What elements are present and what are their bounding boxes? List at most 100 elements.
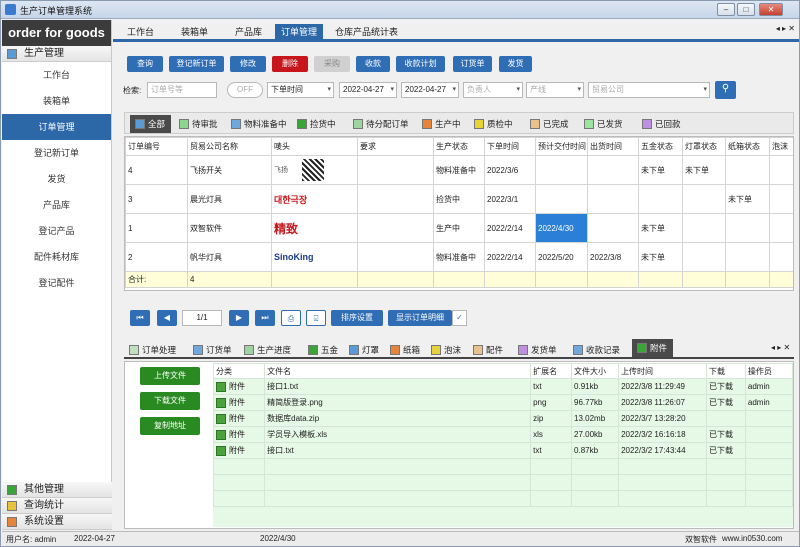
sidebar-item[interactable]: 装箱单 — [2, 88, 111, 114]
table-cell[interactable]: 附件 — [213, 378, 266, 395]
date-to-field[interactable]: 2022-04-27 ▾ — [401, 82, 459, 98]
column-header[interactable]: 上传时间 — [618, 363, 708, 379]
table-cell[interactable]: 0.91kb — [571, 378, 620, 395]
table-cell[interactable]: 未下单 — [638, 242, 683, 272]
table-cell[interactable]: 飞扬开关 — [187, 155, 272, 185]
table-cell[interactable]: 4 — [125, 155, 188, 185]
detail-tab[interactable]: 生产进度 — [244, 343, 291, 357]
sidebar-item[interactable]: 工作台 — [2, 62, 111, 88]
tab-scroll-arrows[interactable]: ◂ ▸ ✕ — [776, 24, 795, 33]
table-cell[interactable]: SinoKing — [271, 242, 358, 272]
table-cell[interactable]: 附件 — [213, 394, 266, 411]
table-cell[interactable] — [587, 155, 639, 185]
table-cell[interactable]: 已下载 — [706, 442, 746, 459]
table-cell[interactable] — [535, 184, 588, 214]
table-cell[interactable]: 帆华灯具 — [187, 242, 272, 272]
detail-tab[interactable]: 泡沫 — [431, 343, 461, 357]
table-cell[interactable]: 附件 — [213, 410, 266, 427]
attachment-row[interactable]: 附件 接口.txt txt 0.87kb 2022/3/2 17:43:44 已下载 — [213, 442, 793, 459]
table-cell[interactable]: 精致 — [271, 213, 358, 243]
detail-tab-arrows[interactable]: ◂ ▸ ✕ — [771, 343, 795, 352]
table-cell[interactable] — [706, 410, 746, 427]
print-icon[interactable]: ⎙ — [281, 310, 301, 326]
table-cell[interactable]: 2022/3/8 11:26:07 — [618, 394, 708, 411]
detail-tab[interactable]: 配件 — [473, 343, 503, 357]
show-details-button[interactable]: 显示订单明细 — [388, 310, 452, 326]
maximize-button[interactable]: □ — [737, 3, 755, 16]
column-header[interactable]: 五金状态 — [638, 137, 683, 156]
table-cell[interactable]: 附件 — [213, 426, 266, 443]
column-header[interactable]: 唛头 — [271, 137, 358, 156]
toolbar-button[interactable]: 收款 — [356, 56, 390, 72]
table-cell[interactable]: 0.87kb — [571, 442, 620, 459]
table-cell[interactable] — [682, 184, 726, 214]
order-search-input[interactable]: 订单号等 — [147, 82, 217, 98]
column-header[interactable]: 下载 — [706, 363, 746, 379]
detail-tab[interactable]: 收款记录 — [573, 343, 620, 357]
table-cell[interactable]: 2022/5/20 — [535, 242, 588, 272]
sidebar-item[interactable]: 登记新订单 — [2, 140, 111, 166]
column-header[interactable]: 文件名 — [264, 363, 532, 379]
time-type-select[interactable]: 下单时间 ▾ — [267, 82, 334, 98]
minimize-button[interactable]: – — [717, 3, 735, 16]
table-cell[interactable]: 2022/3/7 13:28:20 — [618, 410, 708, 427]
table-cell[interactable]: 2022/2/14 — [484, 242, 536, 272]
table-cell[interactable]: 3 — [125, 184, 188, 214]
table-cell[interactable]: 捡货中 — [433, 184, 485, 214]
detail-tab[interactable]: 订货单 — [193, 343, 232, 357]
table-cell[interactable]: 대한극장 — [271, 184, 358, 214]
table-cell[interactable] — [357, 242, 434, 272]
column-header[interactable]: 灯罩状态 — [682, 137, 726, 156]
status-tab[interactable]: 已完成 — [530, 117, 569, 131]
table-cell[interactable]: xls — [530, 426, 573, 443]
table-cell[interactable]: 生产中 — [433, 213, 485, 243]
attachment-row[interactable]: 附件 接口1.txt txt 0.91kb 2022/3/8 11:29:49 已下载 ad… — [213, 378, 793, 395]
table-cell[interactable]: 未下单 — [682, 155, 726, 185]
column-header[interactable]: 泡沫 — [769, 137, 793, 156]
table-cell[interactable]: 已下载 — [706, 378, 746, 395]
table-cell[interactable]: admin — [744, 394, 793, 411]
table-cell[interactable] — [587, 213, 639, 243]
sidebar-item[interactable]: 产品库 — [2, 192, 111, 218]
sidebar-item[interactable]: 发货 — [2, 166, 111, 192]
top-tab[interactable]: 装箱单 — [175, 24, 214, 42]
table-cell[interactable]: admin — [744, 378, 793, 395]
table-cell[interactable]: 数据库data.zip — [264, 410, 532, 427]
table-cell[interactable] — [682, 213, 726, 243]
status-tab[interactable]: 待分配订单 — [353, 117, 409, 131]
sidebar-group[interactable]: 其他管理 — [2, 482, 112, 498]
page-indicator[interactable]: 1/1 — [182, 310, 222, 326]
table-cell[interactable]: zip — [530, 410, 573, 427]
detail-tab[interactable]: 纸箱 — [390, 343, 420, 357]
first-page-icon[interactable]: ⏮ — [130, 310, 150, 326]
table-cell[interactable]: 未下单 — [725, 184, 770, 214]
attachment-action-button[interactable]: 复制地址 — [140, 417, 200, 435]
table-cell[interactable]: 接口.txt — [264, 442, 532, 459]
table-cell[interactable]: 物料准备中 — [433, 242, 485, 272]
table-cell[interactable]: 1 — [125, 213, 188, 243]
toolbar-button[interactable]: 发货 — [499, 56, 532, 72]
table-cell[interactable] — [769, 242, 793, 272]
status-tab[interactable]: 生产中 — [422, 117, 461, 131]
column-header[interactable]: 预计交付时间 — [535, 137, 588, 156]
sidebar-group-production[interactable]: 生产管理 — [2, 46, 111, 62]
table-cell[interactable]: 接口1.txt — [264, 378, 532, 395]
table-cell[interactable] — [725, 155, 770, 185]
top-tab[interactable]: 仓库产品统计表 — [329, 24, 404, 42]
sidebar-group[interactable]: 查询统计 — [2, 498, 112, 514]
attachment-row[interactable]: 附件 精简版登录.png png 96.77kb 2022/3/8 11:26:07 已下… — [213, 394, 793, 411]
prev-page-icon[interactable]: ◀ — [157, 310, 177, 326]
table-cell[interactable]: 附件 — [213, 442, 266, 459]
top-tab[interactable]: 工作台 — [121, 24, 160, 42]
table-cell[interactable]: 精简版登录.png — [264, 394, 532, 411]
table-cell[interactable]: 已下载 — [706, 394, 746, 411]
detail-tab[interactable]: 发货单 — [518, 343, 557, 357]
column-header[interactable]: 要求 — [357, 137, 434, 156]
table-cell[interactable]: txt — [530, 442, 573, 459]
attachment-action-button[interactable]: 下载文件 — [140, 392, 200, 410]
date-from-field[interactable]: 2022-04-27 ▾ — [339, 82, 397, 98]
table-cell[interactable]: 晨光灯具 — [187, 184, 272, 214]
next-page-icon[interactable]: ▶ — [229, 310, 249, 326]
table-cell[interactable]: 物料准备中 — [433, 155, 485, 185]
checkbox-icon[interactable]: ✓ — [452, 310, 467, 326]
